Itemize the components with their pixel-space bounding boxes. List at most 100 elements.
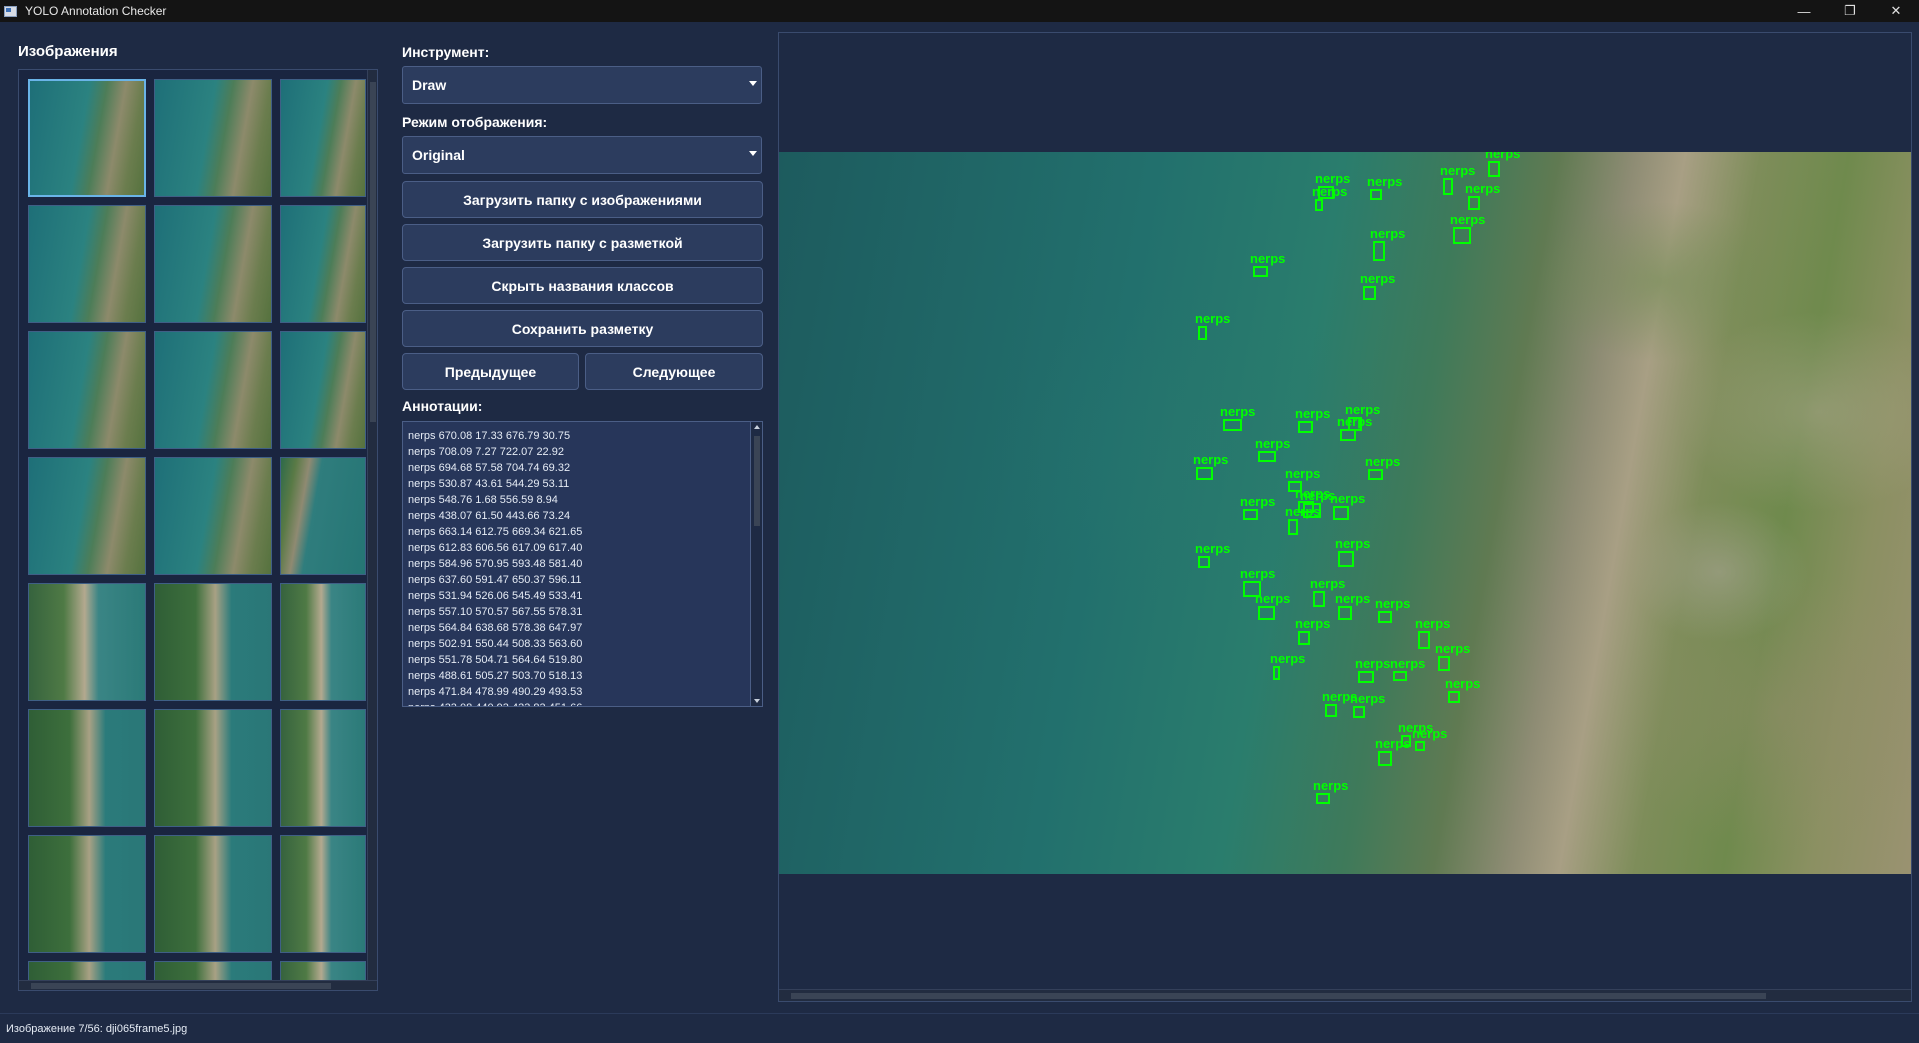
- bounding-box[interactable]: [1448, 691, 1460, 703]
- image-thumbnail[interactable]: [280, 709, 366, 827]
- image-thumbnail[interactable]: [154, 583, 272, 701]
- bounding-box[interactable]: [1288, 519, 1298, 535]
- image-thumbnail[interactable]: [154, 457, 272, 575]
- bounding-box[interactable]: [1253, 266, 1268, 277]
- bounding-box-label: nerps: [1220, 404, 1255, 419]
- bounding-box[interactable]: [1333, 506, 1349, 520]
- bounding-box[interactable]: [1198, 556, 1210, 568]
- image-thumbnail[interactable]: [280, 835, 366, 953]
- status-bar: Изображение 7/56: dji065frame5.jpg: [0, 1013, 1919, 1043]
- bounding-box[interactable]: [1198, 326, 1207, 340]
- bounding-box[interactable]: [1468, 196, 1480, 210]
- annotations-scrollbar[interactable]: [750, 422, 762, 706]
- image-thumbnail[interactable]: [154, 79, 272, 197]
- bounding-box-label: nerps: [1370, 226, 1405, 241]
- bounding-box[interactable]: [1358, 671, 1374, 683]
- image-thumbnail[interactable]: [28, 79, 146, 197]
- bounding-box-label: nerps: [1335, 591, 1370, 606]
- bounding-box[interactable]: [1453, 227, 1471, 244]
- bounding-box[interactable]: [1325, 704, 1337, 717]
- bounding-box[interactable]: [1438, 656, 1450, 671]
- minimize-button[interactable]: —: [1781, 0, 1827, 22]
- tool-select[interactable]: Draw: [402, 66, 762, 104]
- bounding-box[interactable]: [1338, 551, 1354, 567]
- viewer-horizontal-scrollbar[interactable]: [779, 989, 1911, 1001]
- bounding-box[interactable]: [1415, 741, 1425, 751]
- annotation-line: nerps 557.10 570.57 567.55 578.31: [408, 606, 583, 618]
- bounding-box[interactable]: [1353, 706, 1365, 718]
- close-button[interactable]: ✕: [1873, 0, 1919, 22]
- image-thumbnail[interactable]: [28, 835, 146, 953]
- annotations-text-area[interactable]: nerps 670.08 17.33 676.79 30.75 nerps 708…: [402, 421, 763, 707]
- image-gallery[interactable]: [18, 69, 378, 991]
- bounding-box[interactable]: [1363, 286, 1376, 300]
- display-mode-label: Режим отображения:: [402, 114, 548, 130]
- image-thumbnail[interactable]: [154, 709, 272, 827]
- chevron-down-icon: [749, 151, 757, 156]
- bounding-box[interactable]: [1258, 606, 1275, 620]
- bounding-box[interactable]: [1393, 671, 1407, 681]
- image-thumbnail[interactable]: [280, 205, 366, 323]
- bounding-box[interactable]: [1243, 509, 1258, 520]
- scroll-up-icon[interactable]: [754, 425, 760, 429]
- image-thumbnail[interactable]: [280, 79, 366, 197]
- scrollbar-handle[interactable]: [31, 983, 331, 989]
- gallery-vertical-scrollbar[interactable]: [367, 70, 377, 990]
- image-thumbnail[interactable]: [280, 331, 366, 449]
- window-controls: — ❐ ✕: [1781, 0, 1919, 22]
- annotation-line: nerps 612.83 606.56 617.09 617.40: [408, 542, 583, 554]
- restore-button[interactable]: ❐: [1827, 0, 1873, 22]
- display-mode-select[interactable]: Original: [402, 136, 762, 174]
- bounding-box-label: nerps: [1412, 726, 1447, 741]
- image-thumbnail[interactable]: [28, 331, 146, 449]
- load-labels-button[interactable]: Загрузить папку с разметкой: [402, 224, 763, 261]
- chevron-down-icon: [749, 81, 757, 86]
- bounding-box-label: nerps: [1450, 212, 1485, 227]
- image-thumbnail[interactable]: [154, 835, 272, 953]
- bounding-box-label: nerps: [1300, 488, 1335, 503]
- bounding-box-label: nerps: [1295, 616, 1330, 631]
- image-thumbnail[interactable]: [28, 205, 146, 323]
- image-thumbnail[interactable]: [28, 457, 146, 575]
- scroll-down-icon[interactable]: [754, 699, 760, 703]
- image-thumbnail[interactable]: [154, 331, 272, 449]
- previous-button[interactable]: Предыдущее: [402, 353, 579, 390]
- bounding-box[interactable]: [1258, 451, 1276, 462]
- bounding-box[interactable]: [1338, 606, 1352, 620]
- next-button[interactable]: Следующее: [585, 353, 763, 390]
- bounding-box[interactable]: [1196, 467, 1213, 480]
- gallery-horizontal-scrollbar[interactable]: [19, 980, 377, 990]
- bounding-box[interactable]: [1315, 199, 1323, 211]
- bounding-box-label: nerps: [1350, 691, 1385, 706]
- bounding-box[interactable]: [1298, 421, 1313, 433]
- bounding-box[interactable]: [1443, 178, 1453, 195]
- hide-class-names-button[interactable]: Скрыть названия классов: [402, 267, 763, 304]
- image-thumbnail[interactable]: [280, 457, 366, 575]
- bounding-box[interactable]: [1313, 591, 1325, 607]
- scrollbar-handle[interactable]: [791, 993, 1766, 999]
- load-images-button[interactable]: Загрузить папку с изображениями: [402, 181, 763, 218]
- bounding-box[interactable]: [1370, 189, 1382, 200]
- bounding-box[interactable]: [1373, 241, 1385, 261]
- bounding-box[interactable]: [1378, 611, 1392, 623]
- scrollbar-handle[interactable]: [754, 436, 760, 526]
- bounding-box-label: nerps: [1435, 641, 1470, 656]
- annotated-image[interactable]: nerps nerps nerps nerps nerps nerps nerps nerps…: [779, 152, 1911, 874]
- image-thumbnail[interactable]: [154, 205, 272, 323]
- bounding-box[interactable]: [1378, 751, 1392, 766]
- image-thumbnail[interactable]: [28, 583, 146, 701]
- bounding-box[interactable]: [1298, 631, 1310, 645]
- tool-select-value: Draw: [412, 77, 447, 93]
- bounding-box[interactable]: [1273, 666, 1280, 680]
- scrollbar-handle[interactable]: [370, 82, 376, 422]
- save-annotations-button[interactable]: Сохранить разметку: [402, 310, 763, 347]
- bounding-box[interactable]: [1223, 419, 1242, 431]
- bounding-box[interactable]: [1418, 631, 1430, 649]
- bounding-box[interactable]: [1340, 429, 1356, 441]
- bounding-box[interactable]: [1368, 469, 1383, 480]
- bounding-box[interactable]: [1488, 161, 1500, 177]
- image-thumbnail[interactable]: [28, 709, 146, 827]
- image-thumbnail[interactable]: [280, 583, 366, 701]
- image-viewer[interactable]: nerps nerps nerps nerps nerps nerps nerps nerps…: [778, 32, 1912, 1002]
- bounding-box[interactable]: [1316, 793, 1330, 804]
